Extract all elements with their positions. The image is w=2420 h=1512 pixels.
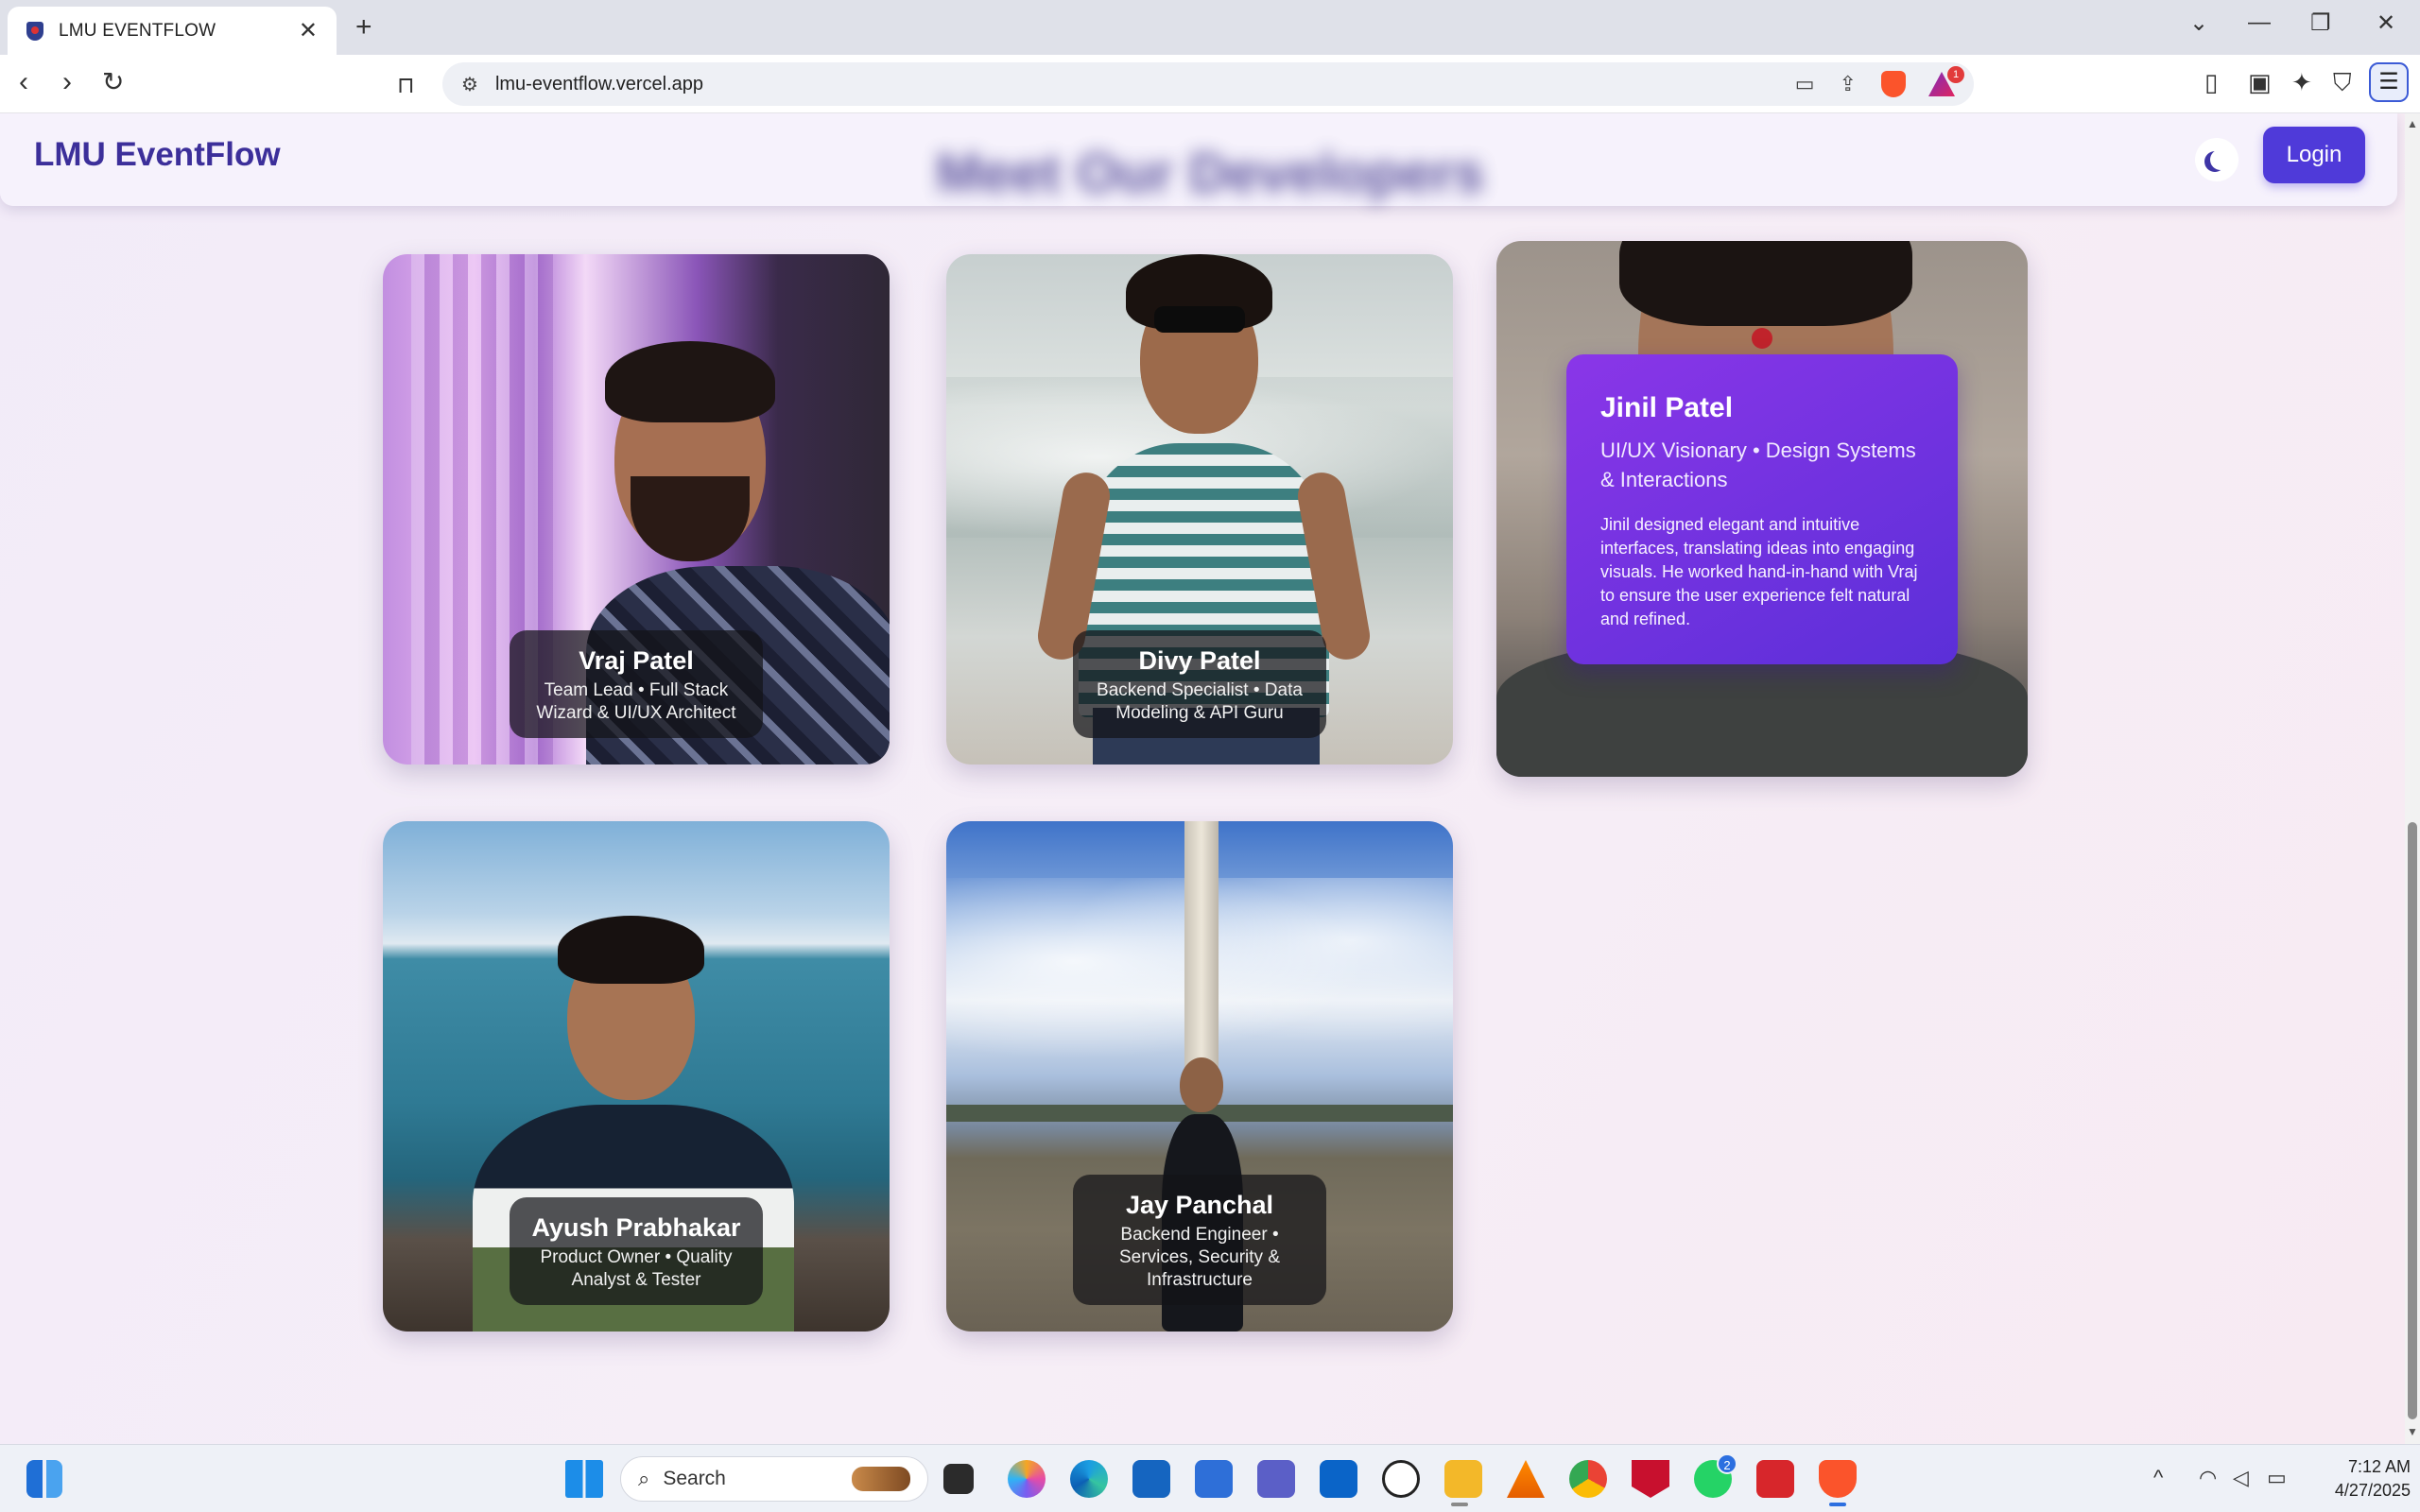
member-name: Divy Patel <box>1138 646 1261 675</box>
search-highlight-icon <box>852 1467 910 1491</box>
member-name: Vraj Patel <box>579 646 694 675</box>
member-caption: Jay Panchal Backend Engineer • Services,… <box>1073 1175 1326 1305</box>
widgets-icon[interactable] <box>26 1460 62 1498</box>
tray-overflow-icon[interactable]: ^ <box>2153 1466 2163 1490</box>
brave-shields-icon[interactable] <box>1881 71 1906 97</box>
forward-icon[interactable]: › <box>62 66 72 98</box>
new-tab-icon[interactable]: + <box>355 11 372 43</box>
task-view-icon[interactable] <box>943 1464 974 1494</box>
chrome-icon[interactable] <box>1569 1460 1607 1498</box>
restore-icon[interactable]: ❐ <box>2310 9 2331 37</box>
browser-tab-strip: LMU EVENTFLOW ✕ + ⌄ — ❐ ✕ <box>0 0 2420 55</box>
member-caption: Ayush Prabhakar Product Owner • Quality … <box>510 1197 763 1305</box>
brave-taskbar-icon[interactable] <box>1819 1460 1857 1498</box>
team-card-jay[interactable]: Jay Panchal Backend Engineer • Services,… <box>946 821 1453 1332</box>
team-card-vraj[interactable]: Vraj Patel Team Lead • Full Stack Wizard… <box>383 254 890 765</box>
site-brand[interactable]: LMU EventFlow <box>34 136 281 174</box>
running-indicator <box>1451 1503 1468 1506</box>
url-text[interactable]: lmu-eventflow.vercel.app <box>495 74 1771 95</box>
file-explorer-icon[interactable] <box>1444 1460 1482 1498</box>
browser-toolbar: ‹ › ↻ ⊓ ⚙ lmu-eventflow.vercel.app ▭ ⇪ 1… <box>0 55 2420 113</box>
member-role-line: Infrastructure <box>1147 1270 1253 1290</box>
search-icon: ⌕ <box>638 1467 650 1490</box>
login-button[interactable]: Login <box>2263 127 2365 183</box>
menu-icon[interactable]: ☰ <box>2369 62 2409 102</box>
member-caption: Vraj Patel Team Lead • Full Stack Wizard… <box>510 630 763 738</box>
windows-taskbar: ⌕ Search ^ ◠ ◁ ▭ 7:12 AM 4/27/2025 <box>0 1444 2420 1512</box>
battery-icon[interactable]: ▭ <box>2267 1466 2287 1490</box>
system-clock[interactable]: 7:12 AM 4/27/2025 <box>2307 1455 2411 1503</box>
member-detail-card: Jinil Patel UI/UX Visionary • Design Sys… <box>1566 354 1958 664</box>
team-card-jinil[interactable]: Jinil Patel UI/UX Visionary • Design Sys… <box>1496 241 2028 777</box>
chatgpt-icon[interactable] <box>1382 1460 1420 1498</box>
theme-toggle-button[interactable] <box>2195 138 2238 181</box>
lmu-favicon-icon <box>26 21 43 41</box>
moon-icon <box>2210 149 2231 170</box>
reload-icon[interactable]: ↻ <box>102 66 124 98</box>
edge-icon[interactable] <box>1070 1460 1108 1498</box>
team-card-ayush[interactable]: Ayush Prabhakar Product Owner • Quality … <box>383 821 890 1332</box>
wifi-icon[interactable]: ◠ <box>2199 1466 2217 1490</box>
share-icon[interactable]: ⇪ <box>1840 72 1857 96</box>
mcafee-icon[interactable] <box>1632 1460 1669 1498</box>
close-window-icon[interactable]: ✕ <box>2377 9 2395 37</box>
member-role-line: Services, Security & <box>1119 1247 1280 1267</box>
clock-time: 7:12 AM <box>2347 1457 2411 1476</box>
team-card-divy[interactable]: Divy Patel Backend Specialist • Data Mod… <box>946 254 1453 765</box>
member-caption: Divy Patel Backend Specialist • Data Mod… <box>1073 630 1326 738</box>
address-bar[interactable]: ⚙ lmu-eventflow.vercel.app ▭ ⇪ <box>442 62 1974 106</box>
active-app-indicator <box>1829 1503 1846 1506</box>
member-role-line: Analyst & Tester <box>571 1270 701 1290</box>
member-description: Jinil designed elegant and intuitive int… <box>1600 515 1918 628</box>
member-role-line: Modeling & API Guru <box>1115 703 1284 723</box>
whatsapp-notification-badge: 2 <box>1717 1453 1737 1474</box>
member-role-line: Team Lead • Full Stack <box>544 680 729 700</box>
member-name: Jay Panchal <box>1125 1191 1274 1219</box>
taskbar-search[interactable]: ⌕ Search <box>620 1456 928 1502</box>
vpn-icon[interactable]: ⛉ <box>2333 68 2352 98</box>
member-name: Ayush Prabhakar <box>531 1213 741 1242</box>
site-navbar: LMU EventFlow Meet Our Developers Login <box>0 113 2397 206</box>
microsoft-store-icon[interactable] <box>1132 1460 1170 1498</box>
member-role-line: & Interactions <box>1600 468 1728 491</box>
tab-title: LMU EVENTFLOW <box>59 20 216 41</box>
back-icon[interactable]: ‹ <box>19 66 28 98</box>
close-tab-icon[interactable]: ✕ <box>299 17 318 44</box>
clock-date: 4/27/2025 <box>2334 1481 2411 1500</box>
cast-icon[interactable]: ▭ <box>1795 72 1815 96</box>
site-settings-icon[interactable]: ⚙ <box>461 73 478 96</box>
search-placeholder: Search <box>663 1468 726 1489</box>
windows-start-icon[interactable] <box>565 1460 603 1498</box>
member-role-line: Backend Specialist • Data <box>1097 680 1303 700</box>
bookmark-icon[interactable]: ⊓ <box>397 70 415 102</box>
tab-search-chevron-icon[interactable]: ⌄ <box>2189 9 2208 37</box>
vscode-like-icon[interactable] <box>1195 1460 1233 1498</box>
rewards-badge: 1 <box>1947 66 1964 83</box>
scroll-down-arrow-icon[interactable]: ▼ <box>2407 1425 2418 1438</box>
browser-tab[interactable]: LMU EVENTFLOW ✕ <box>8 7 337 55</box>
member-name: Jinil Patel <box>1600 392 1734 423</box>
copilot-icon[interactable] <box>1008 1460 1046 1498</box>
member-role-line: Product Owner • Quality <box>540 1247 733 1267</box>
volume-icon[interactable]: ◁ <box>2233 1466 2249 1490</box>
vlc-icon[interactable] <box>1507 1460 1545 1498</box>
scrollbar-thumb[interactable] <box>2408 822 2417 1419</box>
scroll-up-arrow-icon[interactable]: ▲ <box>2407 117 2418 130</box>
wallet-icon[interactable]: ▣ <box>2248 68 2272 97</box>
member-role-line: UI/UX Visionary • Design Systems <box>1600 438 1916 462</box>
member-role-line: Wizard & UI/UX Architect <box>536 703 736 723</box>
outlook-icon[interactable] <box>1320 1460 1357 1498</box>
minimize-icon[interactable]: — <box>2248 9 2271 36</box>
section-heading-blurred: Meet Our Developers <box>936 143 1485 204</box>
teams-icon[interactable] <box>1257 1460 1295 1498</box>
app-icon[interactable] <box>1756 1460 1794 1498</box>
sidebar-icon[interactable]: ▯ <box>2204 68 2218 97</box>
leo-ai-icon[interactable]: ✦ <box>2291 68 2312 97</box>
page-viewport: LMU EventFlow Meet Our Developers Login … <box>0 113 2405 1444</box>
member-role-line: Backend Engineer • <box>1120 1225 1279 1245</box>
